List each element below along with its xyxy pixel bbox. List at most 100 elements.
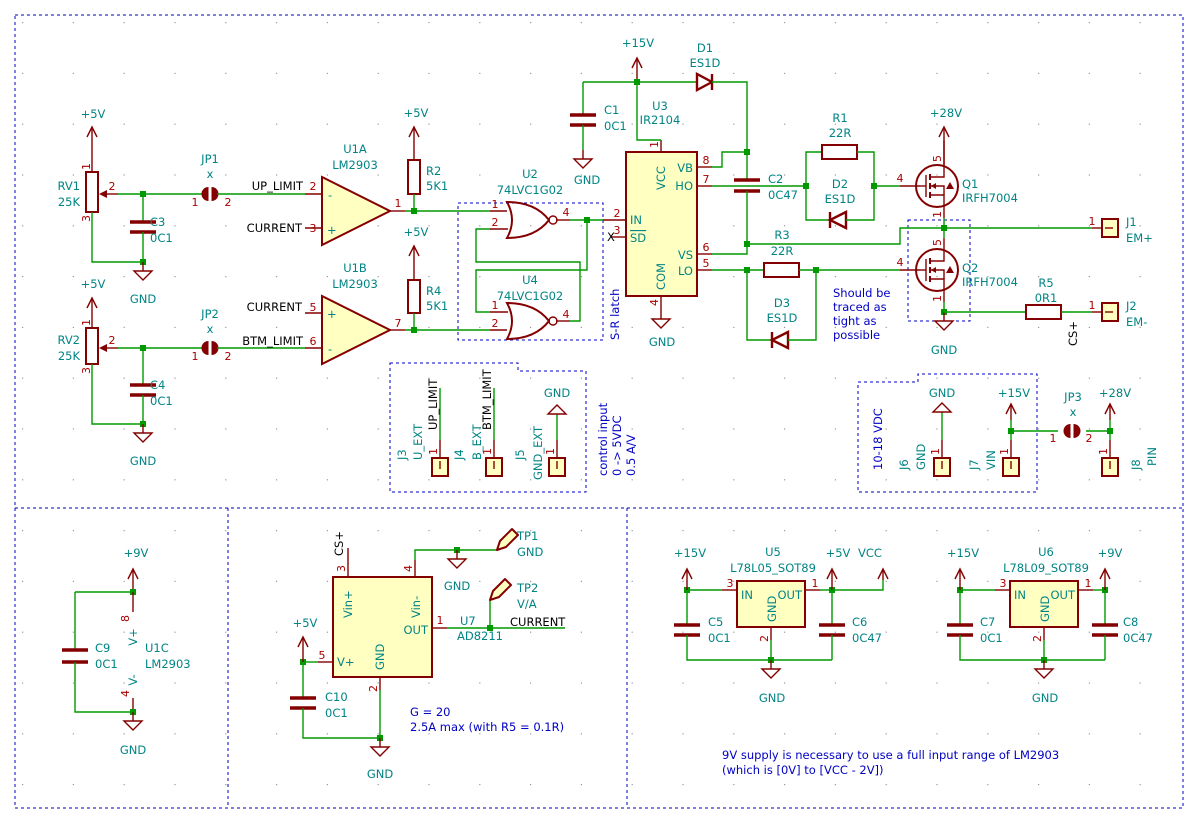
components-u2-ref: U2 — [522, 167, 538, 181]
grid-dot — [631, 377, 633, 379]
grid-dot — [174, 276, 176, 278]
components-tp1-ref: TP1 — [516, 529, 538, 543]
grid-dot — [733, 377, 735, 379]
schematic-canvas[interactable]: +5V +5V+5V+5V+5V+5V+15V+15V+15V +15V+28V+2… — [0, 0, 1198, 824]
components-u2-value: 74LVC1G02 — [497, 183, 564, 197]
grid-dot — [123, 428, 125, 430]
nets-current: CURRENT — [247, 300, 303, 314]
grid-dot — [22, 428, 24, 430]
components-u3-pin_names-0: VCC — [654, 166, 668, 190]
gnd-symbol — [760, 660, 782, 679]
grid-dot — [22, 377, 24, 379]
grid-dot — [72, 174, 74, 176]
grid-dot — [22, 174, 24, 176]
grid-dot — [580, 276, 582, 278]
grid-dot — [428, 326, 430, 328]
components-c9-ref: C9 — [95, 641, 110, 655]
grid-dot — [225, 22, 227, 24]
grid-dot — [1038, 631, 1040, 633]
grid-dot — [885, 326, 887, 328]
power-arrow-icon — [1104, 402, 1116, 420]
j8-connector — [1101, 457, 1119, 477]
control-input-note: control input — [596, 402, 610, 476]
components-u3-pins-0: 1 — [648, 141, 661, 148]
grid-dot — [885, 784, 887, 786]
grid-dot — [123, 479, 125, 481]
grid-dot — [377, 22, 379, 24]
grid-dot — [1139, 530, 1141, 532]
grid-dot — [987, 123, 989, 125]
grid-dot — [377, 733, 379, 735]
components-u4-value: 74LVC1G02 — [497, 289, 564, 303]
j5-connector — [548, 457, 566, 477]
grid-dot — [326, 22, 328, 24]
grid-dot — [784, 326, 786, 328]
gnd-symbol — [650, 310, 672, 329]
components-j4-ref: J4 — [452, 449, 466, 461]
wire — [712, 191, 748, 255]
grid-dot — [72, 733, 74, 735]
grid-dot — [22, 682, 24, 684]
grid-dot — [682, 22, 684, 24]
grid-dot — [631, 326, 633, 328]
components-q2-pins-0: 5 — [931, 239, 944, 246]
grid-dot — [682, 72, 684, 74]
grid-dot — [1088, 174, 1090, 176]
components-u3-pin_names-6: LO — [678, 264, 693, 278]
components-c10-ref: C10 — [325, 690, 348, 704]
power-arrow-icon — [1005, 402, 1017, 420]
grid-dot — [834, 682, 836, 684]
power-label-gnd: GND — [1032, 691, 1059, 705]
grid-dot — [326, 530, 328, 532]
grid-dot — [22, 225, 24, 227]
c9-capacitor — [62, 648, 88, 664]
components-j1-value: EM+ — [1126, 231, 1153, 245]
grid-dot — [225, 682, 227, 684]
grid-dot — [479, 530, 481, 532]
power-label-5v: +5V — [404, 225, 429, 239]
layout-note: tight as — [833, 314, 877, 328]
grid-dot — [22, 530, 24, 532]
components-u6-ref: U6 — [1038, 545, 1054, 559]
components-d1-ref: D1 — [697, 41, 713, 55]
grid-dot — [377, 225, 379, 227]
grid-dot — [733, 174, 735, 176]
grid-dot — [174, 733, 176, 735]
grid-dot — [428, 530, 430, 532]
components-r5-ref: R5 — [1038, 276, 1053, 290]
components-u1a-pin_names-1: + — [327, 223, 337, 237]
grid-dot — [631, 428, 633, 430]
components-jp1-pins-0: 1 — [192, 196, 199, 209]
grid-dot — [530, 326, 532, 328]
grid-dot — [174, 580, 176, 582]
grid-dot — [326, 428, 328, 430]
components-c6-value: 0C47 — [852, 631, 882, 645]
r3-resistor — [763, 262, 800, 278]
grid-dot — [1038, 123, 1040, 125]
components-u7-value: AD8211 — [457, 629, 503, 643]
power-label-gnd: GND — [931, 343, 958, 357]
grid-dot — [225, 377, 227, 379]
d3-diode — [769, 330, 790, 350]
grid-dot — [987, 479, 989, 481]
grid-dot — [326, 377, 328, 379]
grid-dot — [987, 580, 989, 582]
r1-resistor — [821, 144, 858, 160]
grid-dot — [326, 682, 328, 684]
components-j7-pins-0: 1 — [998, 448, 1011, 455]
grid-dot — [936, 631, 938, 633]
wiper-arrow-icon — [99, 344, 107, 352]
grid-dot — [225, 580, 227, 582]
grid-dot — [276, 479, 278, 481]
grid-dot — [326, 733, 328, 735]
grid-dot — [174, 682, 176, 684]
grid-dot — [885, 580, 887, 582]
grid-dot — [276, 631, 278, 633]
grid-dot — [123, 22, 125, 24]
wire — [91, 212, 143, 263]
grid-dot — [682, 682, 684, 684]
grid-dot — [276, 682, 278, 684]
grid-dot — [428, 479, 430, 481]
grid-dot — [885, 479, 887, 481]
grid-dot — [377, 784, 379, 786]
